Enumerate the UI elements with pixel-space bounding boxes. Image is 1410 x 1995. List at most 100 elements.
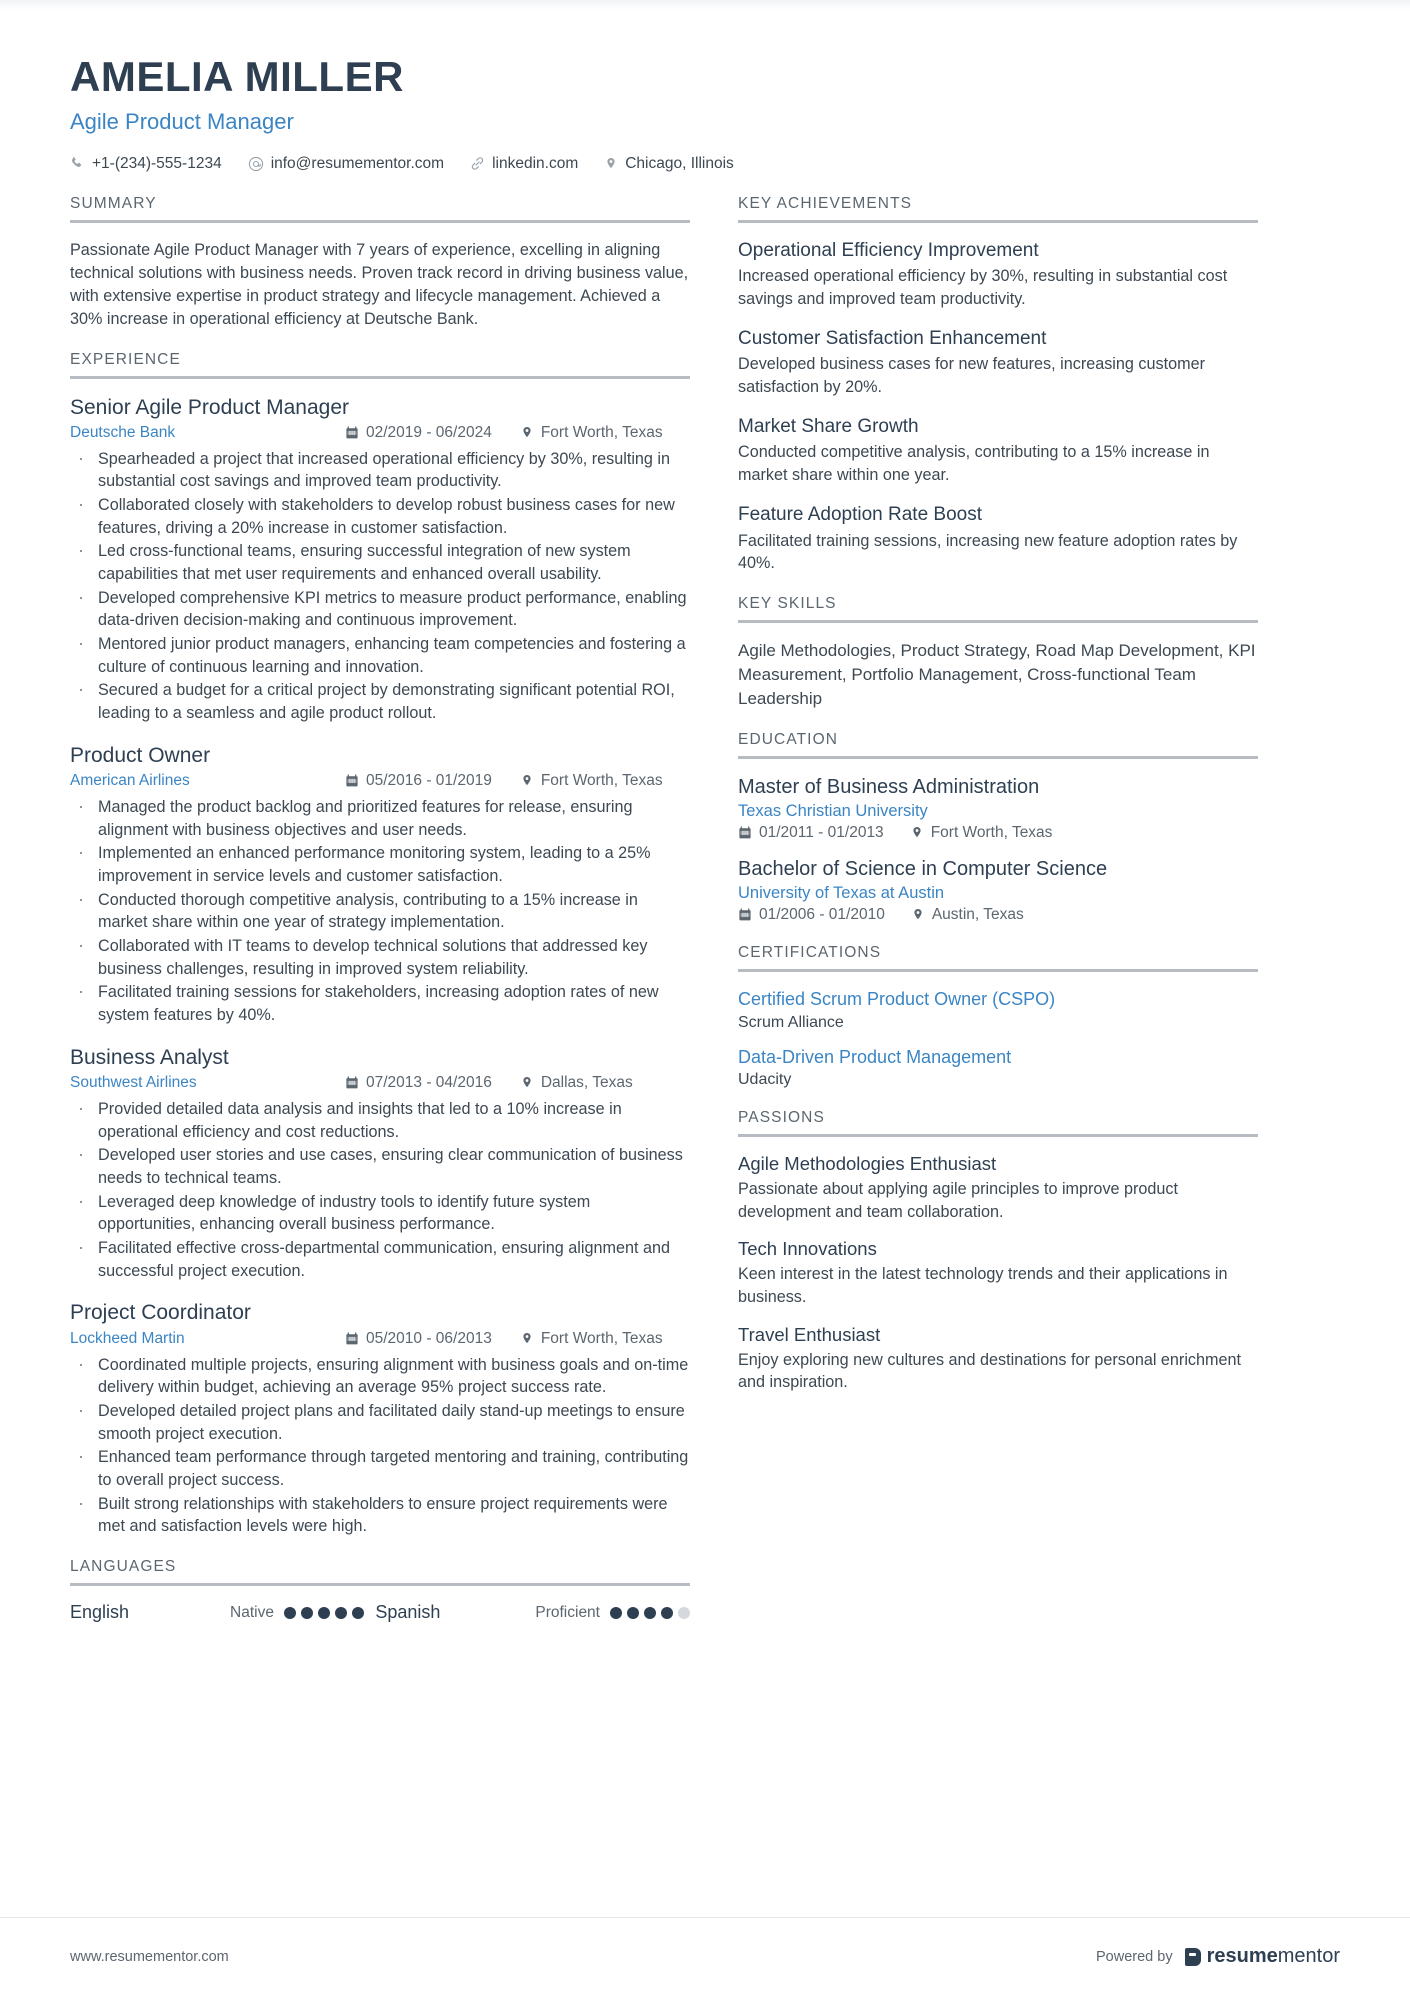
job-bullet: Secured a budget for a critical project …: [70, 677, 690, 724]
powered-by-label: Powered by: [1096, 1948, 1173, 1965]
education-dates: 01/2011 - 01/2013: [738, 824, 884, 842]
job-location: Fort Worth, Texas: [520, 772, 663, 790]
proficiency-dot: [627, 1606, 639, 1619]
certification-issuer: Udacity: [738, 1071, 792, 1089]
resume-header: AMELIA MILLER Agile Product Manager +1-(…: [0, 0, 1410, 173]
certifications-heading: CERTIFICATIONS: [738, 944, 882, 962]
achievement-description: Facilitated training sessions, increasin…: [738, 531, 1238, 573]
calendar-icon: [345, 774, 359, 788]
job-dates: 05/2016 - 01/2019: [345, 772, 492, 790]
certification-name[interactable]: Data-Driven Product Management: [738, 1046, 1258, 1069]
key-skills-divider: [738, 619, 1258, 623]
key-skills-text: Agile Methodologies, Product Strategy, R…: [738, 640, 1256, 709]
job-bullet: Provided detailed data analysis and insi…: [70, 1096, 690, 1143]
contact-link-text: linkedin.com: [492, 154, 579, 172]
proficiency-dot: [300, 1606, 313, 1619]
education-degree: Bachelor of Science in Computer Science: [738, 858, 1108, 881]
job-dates-text: 05/2010 - 06/2013: [366, 1329, 492, 1347]
calendar-icon: [345, 1332, 359, 1346]
passion-item: Travel Enthusiast Enjoy exploring new cul…: [738, 1324, 1258, 1394]
certifications-section: CERTIFICATIONS Certified Scrum Product O…: [738, 944, 1258, 1089]
job-dates-text: 05/2016 - 01/2019: [366, 772, 492, 790]
language-level: Proficient: [535, 1603, 600, 1621]
key-achievements-section: KEY ACHIEVEMENTS Operational Efficiency …: [738, 195, 1258, 575]
education-section: EDUCATION Master of Business Administrat…: [738, 731, 1258, 924]
proficiency-dot: [283, 1606, 296, 1619]
summary-section: SUMMARY Passionate Agile Product Manager…: [70, 195, 690, 331]
experience-item: Business Analyst Southwest Airlines 07/201…: [70, 1045, 690, 1283]
certification-item: Certified Scrum Product Owner (CSPO) Scru…: [738, 988, 1258, 1031]
education-dates-text: 01/2011 - 01/2013: [759, 824, 884, 842]
job-bullets: Spearheaded a project that increased ope…: [70, 446, 690, 725]
language-level: Native: [230, 1603, 274, 1621]
job-dates: 07/2013 - 04/2016: [345, 1074, 492, 1092]
education-dates: 01/2006 - 01/2010: [738, 906, 885, 924]
contact-email[interactable]: info@resumementor.com: [248, 155, 444, 173]
contact-phone[interactable]: +1-(234)-555-1234: [70, 155, 222, 173]
job-location-text: Fort Worth, Texas: [540, 423, 663, 441]
job-dates-text: 07/2013 - 04/2016: [366, 1074, 492, 1092]
job-bullet: Developed detailed project plans and fac…: [70, 1398, 690, 1445]
achievement-item: Feature Adoption Rate Boost Facilitated t…: [738, 503, 1258, 575]
languages-divider: [70, 1583, 690, 1587]
resumementor-logo: resumementor: [1184, 1945, 1340, 1968]
certification-issuer: Scrum Alliance: [738, 1013, 844, 1031]
job-bullet: Leveraged deep knowledge of industry too…: [70, 1189, 690, 1236]
job-role: Business Analyst: [70, 1045, 229, 1069]
languages-list: English Native Spanish Proficient: [70, 1602, 690, 1623]
language-name: English: [70, 1602, 130, 1623]
language-proficiency-dots: [283, 1606, 364, 1619]
education-item: Master of Business Administration Texas C…: [738, 775, 1258, 842]
key-skills-heading: KEY SKILLS: [738, 594, 837, 612]
experience-divider: [70, 375, 690, 379]
passion-title: Tech Innovations: [738, 1238, 877, 1260]
proficiency-dot: [351, 1606, 364, 1619]
achievement-title: Customer Satisfaction Enhancement: [738, 327, 1047, 349]
job-role: Project Coordinator: [70, 1301, 251, 1325]
achievement-item: Operational Efficiency Improvement Increa…: [738, 239, 1258, 311]
job-location: Fort Worth, Texas: [520, 424, 663, 442]
experience-heading: EXPERIENCE: [70, 350, 181, 368]
key-achievements-divider: [738, 219, 1258, 223]
certifications-list: Certified Scrum Product Owner (CSPO) Scru…: [738, 988, 1258, 1089]
job-bullet: Implemented an enhanced performance moni…: [70, 840, 690, 887]
job-company[interactable]: American Airlines: [70, 772, 345, 790]
passions-heading: PASSIONS: [738, 1109, 825, 1127]
job-bullets: Provided detailed data analysis and insi…: [70, 1096, 690, 1282]
education-location: Fort Worth, Texas: [910, 824, 1052, 842]
education-heading: EDUCATION: [738, 731, 839, 749]
job-company[interactable]: Southwest Airlines: [70, 1074, 345, 1092]
passion-item: Agile Methodologies Enthusiast Passionate…: [738, 1153, 1258, 1223]
certifications-divider: [738, 969, 1258, 973]
languages-section: LANGUAGES English Native Spanish Proficient: [70, 1558, 690, 1623]
contact-phone-text: +1-(234)-555-1234: [92, 154, 222, 172]
contact-email-text: info@resumementor.com: [270, 154, 445, 172]
job-bullet: Enhanced team performance through target…: [70, 1444, 690, 1491]
job-location-text: Fort Worth, Texas: [540, 772, 663, 790]
education-item: Bachelor of Science in Computer Science U…: [738, 857, 1258, 924]
job-company[interactable]: Deutsche Bank: [70, 424, 345, 442]
contact-link[interactable]: linkedin.com: [470, 155, 578, 173]
achievement-title: Feature Adoption Rate Boost: [738, 503, 982, 525]
footer-url[interactable]: www.resumementor.com: [70, 1949, 229, 1965]
education-divider: [738, 756, 1258, 760]
education-school[interactable]: University of Texas at Austin: [738, 884, 1258, 903]
calendar-icon: [738, 908, 752, 922]
job-company[interactable]: Lockheed Martin: [70, 1330, 345, 1348]
resumementor-mark-icon: [1184, 1947, 1201, 1966]
proficiency-dot: [317, 1606, 330, 1619]
experience-item: Senior Agile Product Manager Deutsche Ban…: [70, 395, 690, 725]
proficiency-dot: [661, 1606, 673, 1619]
proficiency-dot: [644, 1606, 656, 1619]
job-role: Senior Agile Product Manager: [70, 395, 349, 419]
job-location-text: Dallas, Texas: [540, 1074, 633, 1092]
education-school[interactable]: Texas Christian University: [738, 802, 1258, 821]
certification-name[interactable]: Certified Scrum Product Owner (CSPO): [738, 988, 1258, 1011]
footer-brand-block: Powered by resumementor: [1096, 1945, 1340, 1968]
job-location-text: Fort Worth, Texas: [540, 1329, 663, 1347]
location-pin-icon: [520, 426, 534, 440]
job-bullet: Developed user stories and use cases, en…: [70, 1142, 690, 1189]
achievement-description: Developed business cases for new feature…: [738, 355, 1205, 397]
job-location: Dallas, Texas: [520, 1074, 633, 1092]
proficiency-dot: [610, 1606, 622, 1619]
